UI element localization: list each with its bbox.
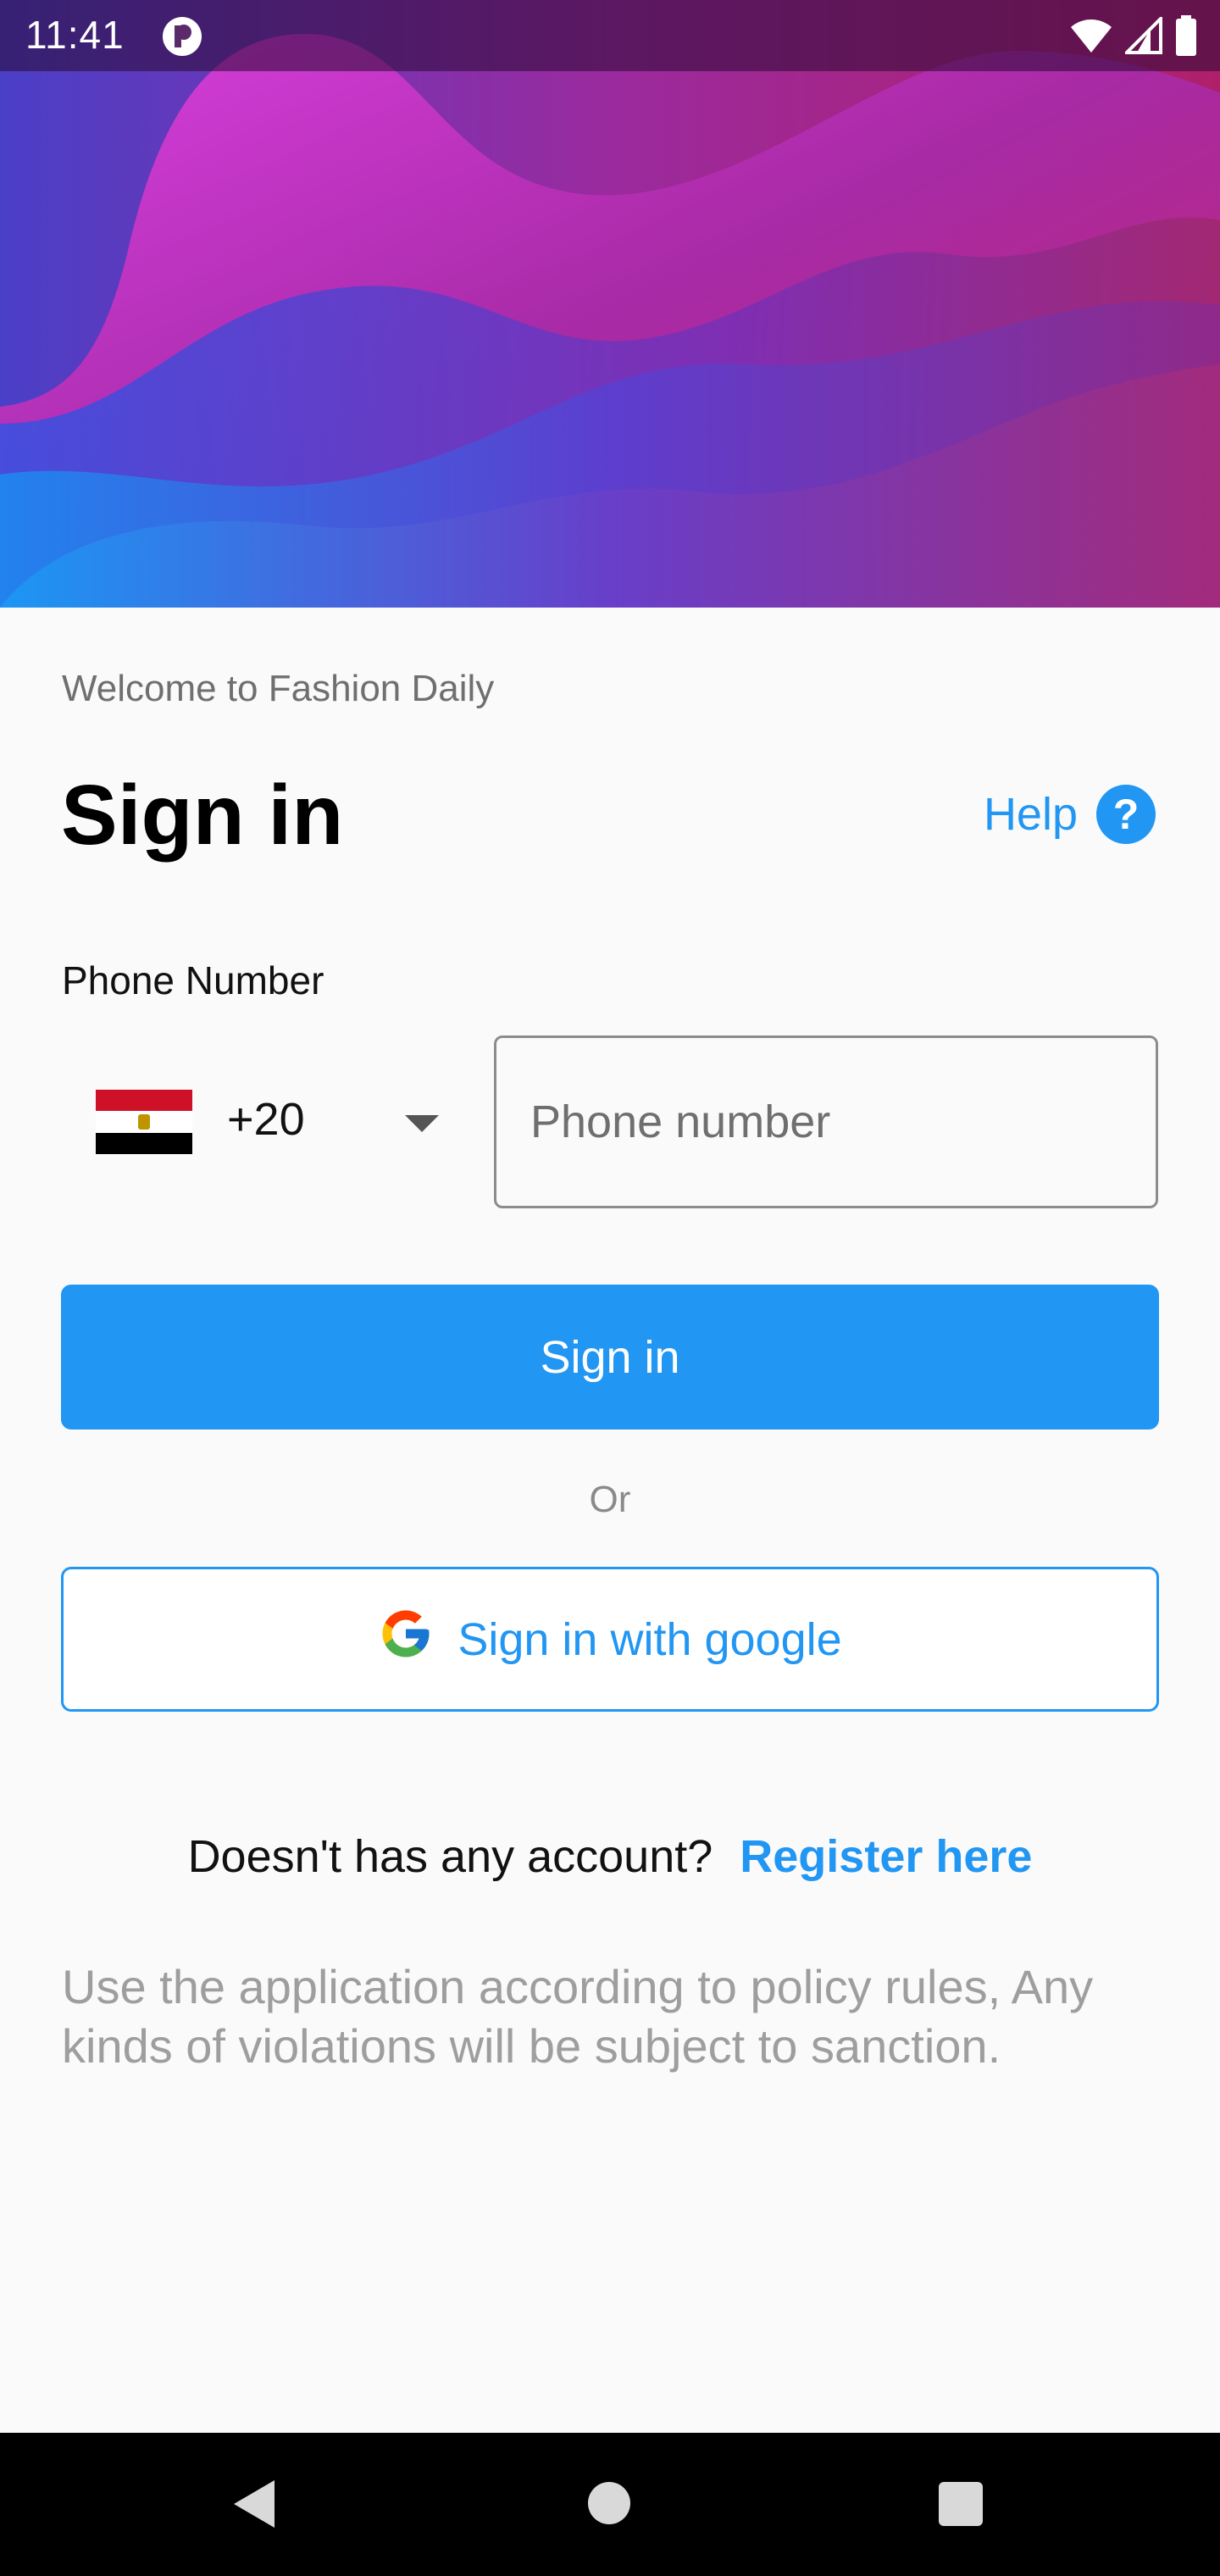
register-question: Doesn't has any account?	[187, 1831, 713, 1882]
help-label: Help	[983, 789, 1078, 840]
policy-text: Use the application according to policy …	[62, 1960, 1094, 2073]
welcome-text: Welcome to Fashion Daily	[62, 668, 495, 709]
google-logo-icon	[378, 1606, 434, 1673]
help-icon-glyph: ?	[1112, 791, 1140, 838]
or-divider-text: Or	[589, 1479, 631, 1520]
battery-icon	[1174, 15, 1198, 60]
page-title: Sign in	[61, 768, 344, 863]
hero-banner	[0, 0, 1220, 608]
status-icons	[1069, 14, 1198, 60]
register-link[interactable]: Register here	[740, 1830, 1032, 1883]
google-sign-in-button[interactable]: Sign in with google	[61, 1567, 1159, 1712]
wifi-icon	[1069, 17, 1113, 58]
register-row: Doesn't has any account? Register here	[0, 1830, 1220, 1883]
help-icon[interactable]: ?	[1096, 785, 1156, 844]
dropdown-arrow-icon	[405, 1115, 439, 1132]
status-bar: 11:41	[0, 0, 1220, 71]
country-code: +20	[227, 1094, 305, 1145]
app-notification-icon	[161, 15, 203, 62]
status-time: 11:41	[25, 13, 125, 57]
cellular-signal-icon	[1123, 14, 1162, 58]
sign-in-button[interactable]: Sign in	[61, 1285, 1159, 1430]
help-link[interactable]: Help ?	[984, 785, 1156, 844]
home-icon[interactable]	[588, 2482, 630, 2524]
google-sign-in-label: Sign in with google	[458, 1613, 842, 1665]
phone-number-input[interactable]	[494, 1035, 1158, 1208]
back-icon[interactable]	[230, 2479, 278, 2534]
country-code-picker[interactable]: +20	[62, 1035, 460, 1208]
recents-icon[interactable]	[939, 2482, 983, 2526]
navigation-bar	[0, 2433, 1220, 2576]
egypt-flag-icon	[96, 1090, 192, 1154]
hero-wave-illustration	[0, 0, 1220, 608]
phone-number-label: Phone Number	[62, 958, 324, 1002]
